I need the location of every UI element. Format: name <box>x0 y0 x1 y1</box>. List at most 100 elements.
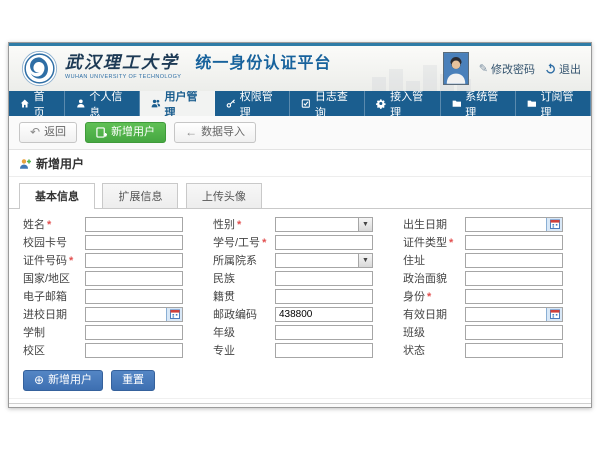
department-dropdown-button[interactable]: ▼ <box>358 254 372 267</box>
results-table-header: 学号/工号 姓名 性别 身份 所属院系 操作 <box>9 403 591 407</box>
user-icon <box>76 98 86 109</box>
campus-input[interactable] <box>86 344 182 357</box>
form-field-gender: 性别* ▼ <box>213 216 387 232</box>
postal-code-input[interactable] <box>276 308 372 321</box>
id-number-input[interactable] <box>86 254 182 267</box>
reset-button-label: 重置 <box>122 374 144 387</box>
nav-tab-personal-info[interactable]: 个人信息 <box>65 91 140 116</box>
column-identity: 身份 <box>344 406 420 408</box>
required-asterisk: * <box>237 219 241 231</box>
nav-tab-access-management[interactable]: 接入管理 <box>365 91 440 116</box>
content-area: ↶ 返回 新增用户 ← 数据导入 新增用户 基本信息 扩展信息 上 <box>9 116 591 407</box>
political-status-input[interactable] <box>466 272 562 285</box>
nav-tab-user-management[interactable]: 用户管理 <box>140 91 215 116</box>
student-id-input[interactable] <box>276 236 372 249</box>
logout-link[interactable]: 退出 <box>545 61 581 77</box>
field-label-gender: 性别* <box>213 216 275 232</box>
field-label-address: 住址 <box>403 252 465 268</box>
major-input[interactable] <box>276 344 372 357</box>
reset-button[interactable]: 重置 <box>111 370 155 391</box>
country-region-field-box <box>85 271 183 286</box>
name-field-box <box>85 217 183 232</box>
header-user-area: ✎ 修改密码 退出 <box>443 46 581 91</box>
user-avatar[interactable] <box>443 52 469 85</box>
major-field-box <box>275 343 373 358</box>
calendar-icon <box>550 309 560 319</box>
field-label-valid-date: 有效日期 <box>403 306 465 322</box>
back-button-label: 返回 <box>44 126 66 139</box>
nav-tab-label: 用户管理 <box>165 88 204 120</box>
add-user-toolbar-label: 新增用户 <box>111 126 155 139</box>
form-field-valid-date: 有效日期 <box>403 306 577 322</box>
change-password-link[interactable]: ✎ 修改密码 <box>479 61 535 77</box>
add-user-section-icon <box>19 158 31 170</box>
nav-tab-permission-management[interactable]: 权限管理 <box>215 91 290 116</box>
folder-icon <box>527 98 537 109</box>
valid-date-input[interactable] <box>466 308 546 321</box>
form-field-grade: 年级 <box>213 324 387 340</box>
nav-tab-log-query[interactable]: 日志查询 <box>290 91 365 116</box>
section-header: 新增用户 <box>9 150 591 177</box>
nav-tab-system-management[interactable]: 系统管理 <box>441 91 516 116</box>
field-label-major: 专业 <box>213 342 275 358</box>
nav-tab-home[interactable]: 首页 <box>9 91 65 116</box>
form-field-name: 姓名* <box>23 216 197 232</box>
gender-dropdown-button[interactable]: ▼ <box>358 218 372 231</box>
grade-input[interactable] <box>276 326 372 339</box>
native-place-input[interactable] <box>276 290 372 303</box>
field-label-status: 状态 <box>403 342 465 358</box>
ethnicity-input[interactable] <box>276 272 372 285</box>
add-user-toolbar-button[interactable]: 新增用户 <box>85 122 166 143</box>
form-field-class: 班级 <box>403 324 577 340</box>
campus-card-no-input[interactable] <box>86 236 182 249</box>
id-type-input[interactable] <box>466 236 562 249</box>
plus-circle-icon: ⊕ <box>34 375 44 386</box>
status-input[interactable] <box>466 344 562 357</box>
back-button[interactable]: ↶ 返回 <box>19 122 77 143</box>
tab-upload-avatar[interactable]: 上传头像 <box>186 183 262 208</box>
column-gender: 性别 <box>208 406 344 408</box>
birth-date-calendar-button[interactable] <box>546 218 562 231</box>
grade-field-box <box>275 325 373 340</box>
field-label-student-id: 学号/工号* <box>213 234 275 250</box>
department-input[interactable] <box>276 254 358 267</box>
form-field-birth-date: 出生日期 <box>403 216 577 232</box>
id-number-field-box <box>85 253 183 268</box>
required-asterisk: * <box>47 219 51 231</box>
postal-code-field-box <box>275 307 373 322</box>
folder-icon <box>452 98 462 109</box>
field-label-identity: 身份* <box>403 288 465 304</box>
field-label-grade: 年级 <box>213 324 275 340</box>
new-user-icon <box>96 127 107 138</box>
nav-tab-subscription-management[interactable]: 订阅管理 <box>516 91 591 116</box>
entry-date-calendar-button[interactable] <box>166 308 182 321</box>
university-logo <box>21 50 58 87</box>
nav-tab-label: 首页 <box>34 88 53 120</box>
tab-extended-info[interactable]: 扩展信息 <box>102 183 178 208</box>
entry-date-input[interactable] <box>86 308 166 321</box>
birth-date-input[interactable] <box>466 218 546 231</box>
gender-input[interactable] <box>276 218 358 231</box>
name-input[interactable] <box>86 218 182 231</box>
study-length-input[interactable] <box>86 326 182 339</box>
form-field-campus-card-no: 校园卡号 <box>23 234 197 250</box>
nav-tab-label: 日志查询 <box>315 88 354 120</box>
field-label-political-status: 政治面貌 <box>403 270 465 286</box>
country-region-input[interactable] <box>86 272 182 285</box>
class-input[interactable] <box>466 326 562 339</box>
campus-card-no-field-box <box>85 235 183 250</box>
university-name-en: WUHAN UNIVERSITY OF TECHNOLOGY <box>65 74 181 80</box>
status-field-box <box>465 343 563 358</box>
identity-input[interactable] <box>466 290 562 303</box>
field-label-department: 所属院系 <box>213 252 275 268</box>
data-import-button[interactable]: ← 数据导入 <box>174 122 256 143</box>
submit-add-user-button[interactable]: ⊕ 新增用户 <box>23 370 103 391</box>
department-field-box: ▼ <box>275 253 373 268</box>
form-field-native-place: 籍贯 <box>213 288 387 304</box>
valid-date-calendar-button[interactable] <box>546 308 562 321</box>
address-input[interactable] <box>466 254 562 267</box>
tab-basic-info[interactable]: 基本信息 <box>19 183 95 209</box>
email-input[interactable] <box>86 290 182 303</box>
form-field-major: 专业 <box>213 342 387 358</box>
required-asterisk: * <box>449 237 453 249</box>
